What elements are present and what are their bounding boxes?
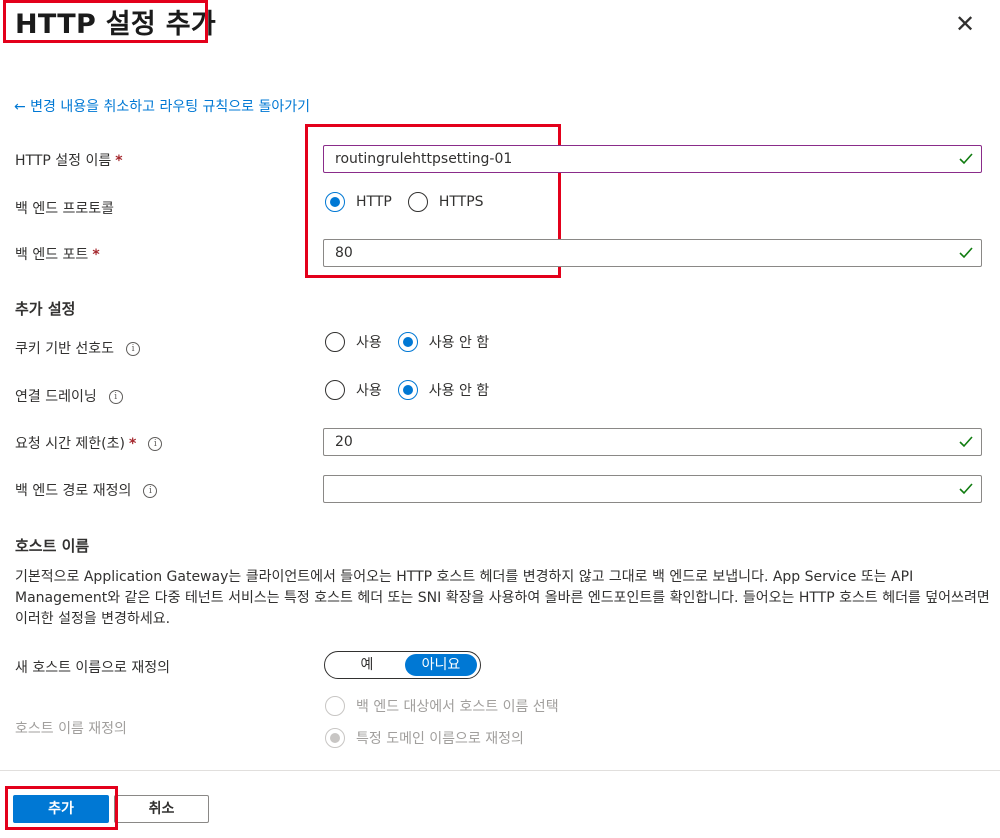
info-icon[interactable]: i — [143, 484, 158, 498]
radio-pick-from-backend[interactable] — [325, 696, 345, 716]
additional-settings-heading: 추가 설정 — [15, 300, 76, 318]
radio-draining-disable-label: 사용 안 함 — [428, 383, 490, 399]
info-icon[interactable]: i — [126, 342, 141, 356]
path-override-label: 백 엔드 경로 재정의 i — [15, 480, 158, 500]
radio-specific-domain-label: 특정 도메인 이름으로 재정의 — [356, 731, 524, 747]
setting-name-input[interactable] — [323, 145, 982, 173]
radio-cookie-enable[interactable] — [325, 332, 345, 352]
radio-specific-domain[interactable] — [325, 728, 345, 748]
hostname-option-domain: 특정 도메인 이름으로 재정의 — [325, 727, 540, 749]
request-timeout-label: 요청 시간 제한(초) * i — [15, 433, 163, 453]
radio-draining-enable[interactable] — [325, 380, 345, 400]
setting-name-label: HTTP 설정 이름 * — [15, 153, 123, 169]
required-marker: * — [115, 153, 123, 169]
connection-draining-label: 연결 드레이닝 i — [15, 386, 123, 406]
required-marker: * — [92, 247, 100, 263]
radio-http-label: HTTP — [356, 194, 392, 210]
valid-check-icon — [959, 436, 973, 448]
protocol-radio-group: HTTP HTTPS — [325, 191, 500, 213]
port-label: 백 엔드 포트 * — [15, 247, 100, 263]
toggle-no-option[interactable]: 아니요 — [405, 654, 477, 676]
radio-http[interactable] — [325, 192, 345, 212]
hostname-override-label: 호스트 이름 재정의 — [15, 721, 127, 737]
title-highlight-box — [3, 0, 208, 43]
toggle-yes-option[interactable]: 예 — [329, 654, 405, 676]
close-icon[interactable]: ✕ — [954, 12, 976, 36]
radio-draining-disable[interactable] — [397, 380, 418, 400]
required-marker: * — [128, 436, 137, 452]
footer-divider — [0, 770, 1000, 771]
info-icon[interactable]: i — [148, 437, 163, 451]
cookie-affinity-radio-group: 사용 사용 안 함 — [325, 331, 505, 353]
radio-cookie-disable-label: 사용 안 함 — [428, 335, 490, 351]
info-icon[interactable]: i — [108, 390, 123, 404]
radio-https-label: HTTPS — [438, 194, 484, 210]
radio-cookie-enable-label: 사용 — [356, 335, 382, 351]
radio-draining-enable-label: 사용 — [356, 383, 382, 399]
host-name-description: 기본적으로 Application Gateway는 클라이언트에서 들어오는 … — [15, 569, 990, 627]
request-timeout-input[interactable] — [323, 428, 982, 456]
valid-check-icon — [959, 153, 973, 165]
radio-https[interactable] — [407, 192, 428, 212]
radio-pick-from-backend-label: 백 엔드 대상에서 호스트 이름 선택 — [356, 699, 559, 715]
valid-check-icon — [959, 247, 973, 259]
valid-check-icon — [959, 483, 973, 495]
port-input[interactable] — [323, 239, 982, 267]
connection-draining-radio-group: 사용 사용 안 함 — [325, 379, 505, 401]
add-button-highlight-box — [5, 786, 118, 830]
host-name-heading: 호스트 이름 — [15, 537, 90, 555]
protocol-label: 백 엔드 프로토콜 — [15, 201, 115, 217]
override-host-label: 새 호스트 이름으로 재정의 — [15, 660, 171, 676]
radio-cookie-disable[interactable] — [397, 332, 418, 352]
cancel-button[interactable]: 취소 — [114, 795, 209, 823]
hostname-option-backend: 백 엔드 대상에서 호스트 이름 선택 — [325, 695, 575, 717]
cookie-affinity-label: 쿠키 기반 선호도 i — [15, 338, 141, 358]
path-override-input[interactable] — [323, 475, 982, 503]
back-to-routing-rule-link[interactable]: ← 변경 내용을 취소하고 라우팅 규칙으로 돌아가기 — [14, 96, 310, 116]
override-host-toggle[interactable]: 예 아니요 — [324, 651, 481, 679]
